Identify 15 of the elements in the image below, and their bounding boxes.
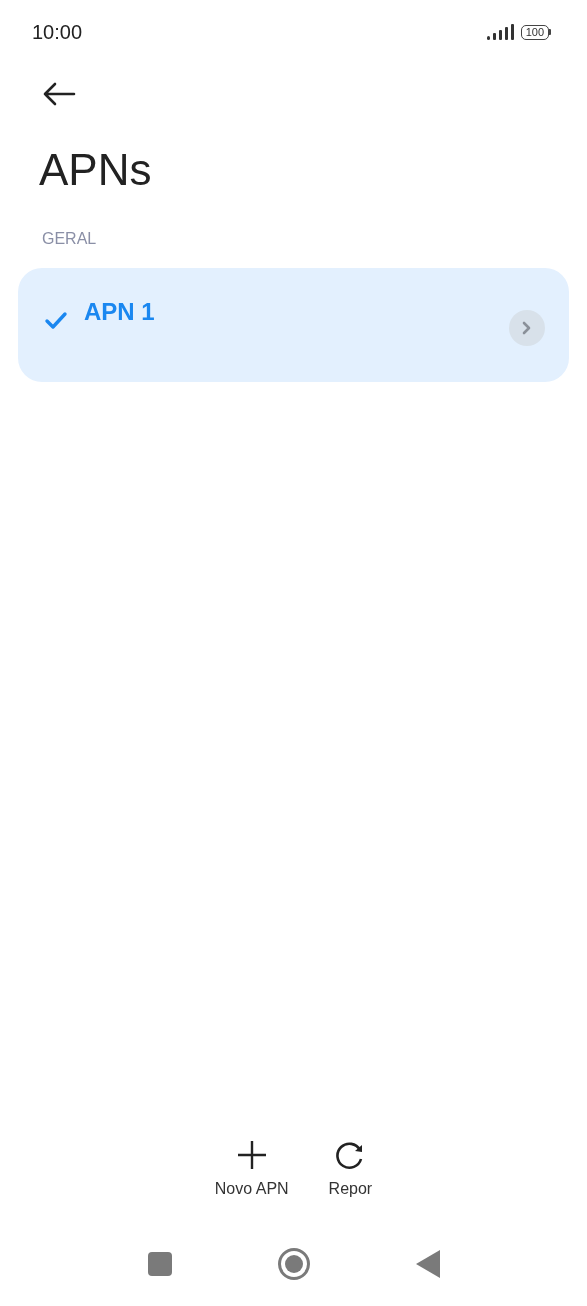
plus-icon [236, 1140, 267, 1170]
apn-name: APN 1 [84, 298, 156, 326]
page-title: APNs [39, 148, 153, 192]
back-triangle-icon[interactable] [415, 1250, 440, 1278]
chevron-icon [521, 321, 533, 335]
signal-icon [486, 24, 515, 40]
status-time: 10:00 [32, 20, 83, 44]
back-arrow-icon[interactable] [42, 82, 76, 106]
recents-square-icon[interactable] [147, 1252, 172, 1276]
section-header: GERAL [42, 230, 97, 248]
checkmark-icon [44, 311, 68, 331]
chevron-button[interactable] [509, 310, 545, 346]
add-button[interactable]: Novo APN [214, 1140, 289, 1198]
reset-button[interactable]: Repor [328, 1140, 373, 1198]
home-circle-icon[interactable] [277, 1248, 310, 1280]
